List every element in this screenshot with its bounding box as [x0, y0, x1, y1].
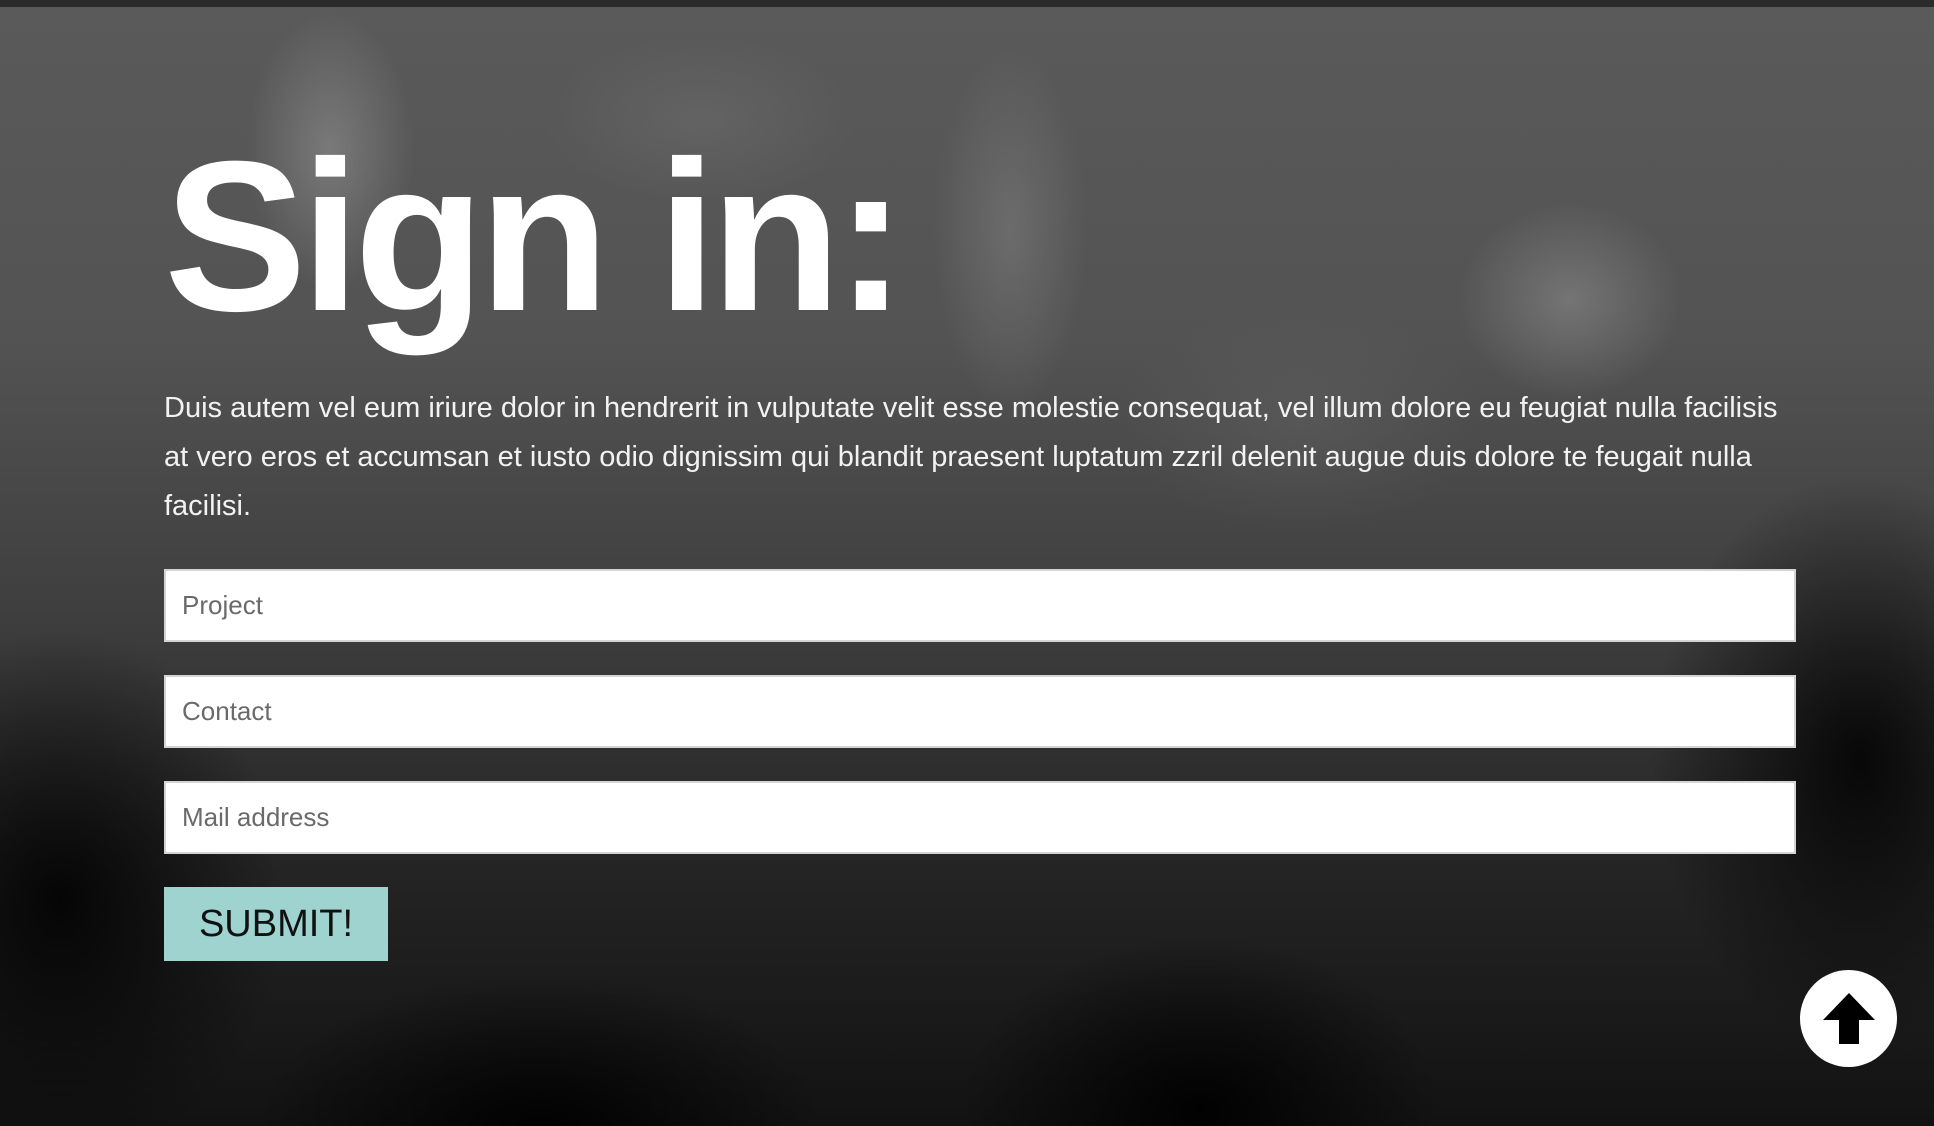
signin-form: SUBMIT!	[164, 569, 1796, 961]
page: Sign in: Duis autem vel eum iriure dolor…	[0, 0, 1934, 1126]
intro-text: Duis autem vel eum iriure dolor in hendr…	[164, 392, 1778, 522]
signin-section: Sign in: Duis autem vel eum iriure dolor…	[164, 130, 1796, 961]
contact-input[interactable]	[164, 675, 1796, 748]
arrow-up-icon	[1822, 992, 1875, 1044]
top-bar	[0, 0, 1934, 7]
project-input[interactable]	[164, 569, 1796, 642]
mail-address-input[interactable]	[164, 781, 1796, 854]
scroll-to-top-button[interactable]	[1800, 970, 1897, 1067]
submit-button[interactable]: SUBMIT!	[164, 887, 388, 961]
page-title: Sign in:	[164, 117, 907, 356]
